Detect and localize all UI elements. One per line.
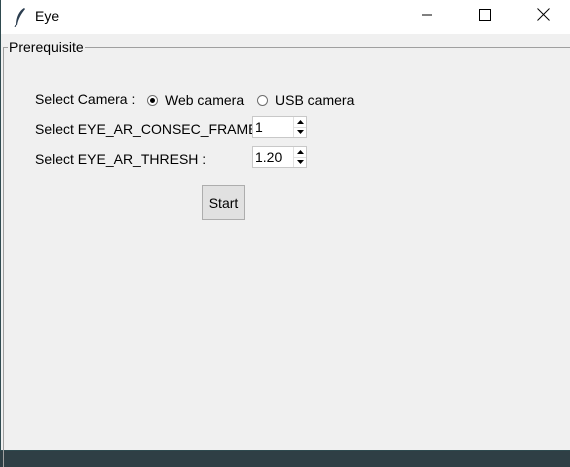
- spin-down-icon[interactable]: [294, 127, 306, 137]
- close-button[interactable]: [514, 0, 570, 34]
- minimize-icon: [421, 8, 433, 26]
- radio-web-camera[interactable]: Web camera: [147, 92, 244, 108]
- title-bar[interactable]: Eye: [1, 0, 570, 34]
- radio-usb-camera-label: USB camera: [275, 92, 355, 108]
- app-window: Eye Prerequisite Select Camera: Web cam…: [0, 0, 570, 467]
- frames-label: Select EYE_AR_CONSEC_FRAMES: [35, 121, 267, 137]
- frames-spinbox[interactable]: 1: [252, 116, 307, 138]
- feather-icon: [13, 7, 27, 28]
- start-button[interactable]: Start: [202, 185, 245, 220]
- frame-label: Prerequisite: [8, 39, 85, 55]
- radio-selected-icon: [147, 94, 158, 106]
- radio-web-camera-label: Web camera: [165, 92, 245, 108]
- thresh-label: Select EYE_AR_THRESH :: [35, 151, 207, 167]
- window-title: Eye: [35, 8, 60, 24]
- radio-unselected-icon: [257, 94, 268, 106]
- prerequisite-frame: [3, 47, 570, 467]
- spin-up-icon[interactable]: [294, 117, 306, 128]
- thresh-value[interactable]: 1.20: [253, 147, 293, 167]
- camera-label: Select Camera :: [35, 91, 136, 107]
- close-icon: [536, 8, 550, 26]
- minimize-button[interactable]: [398, 0, 456, 34]
- maximize-icon: [479, 8, 491, 26]
- client-area: Prerequisite Select Camera : Web camera …: [1, 34, 570, 467]
- maximize-button[interactable]: [456, 0, 514, 34]
- spin-down-icon[interactable]: [294, 157, 306, 167]
- frames-value[interactable]: 1: [253, 117, 293, 137]
- radio-usb-camera[interactable]: USB camera: [257, 92, 354, 108]
- spin-up-icon[interactable]: [294, 147, 306, 158]
- thresh-spinbox[interactable]: 1.20: [252, 146, 307, 168]
